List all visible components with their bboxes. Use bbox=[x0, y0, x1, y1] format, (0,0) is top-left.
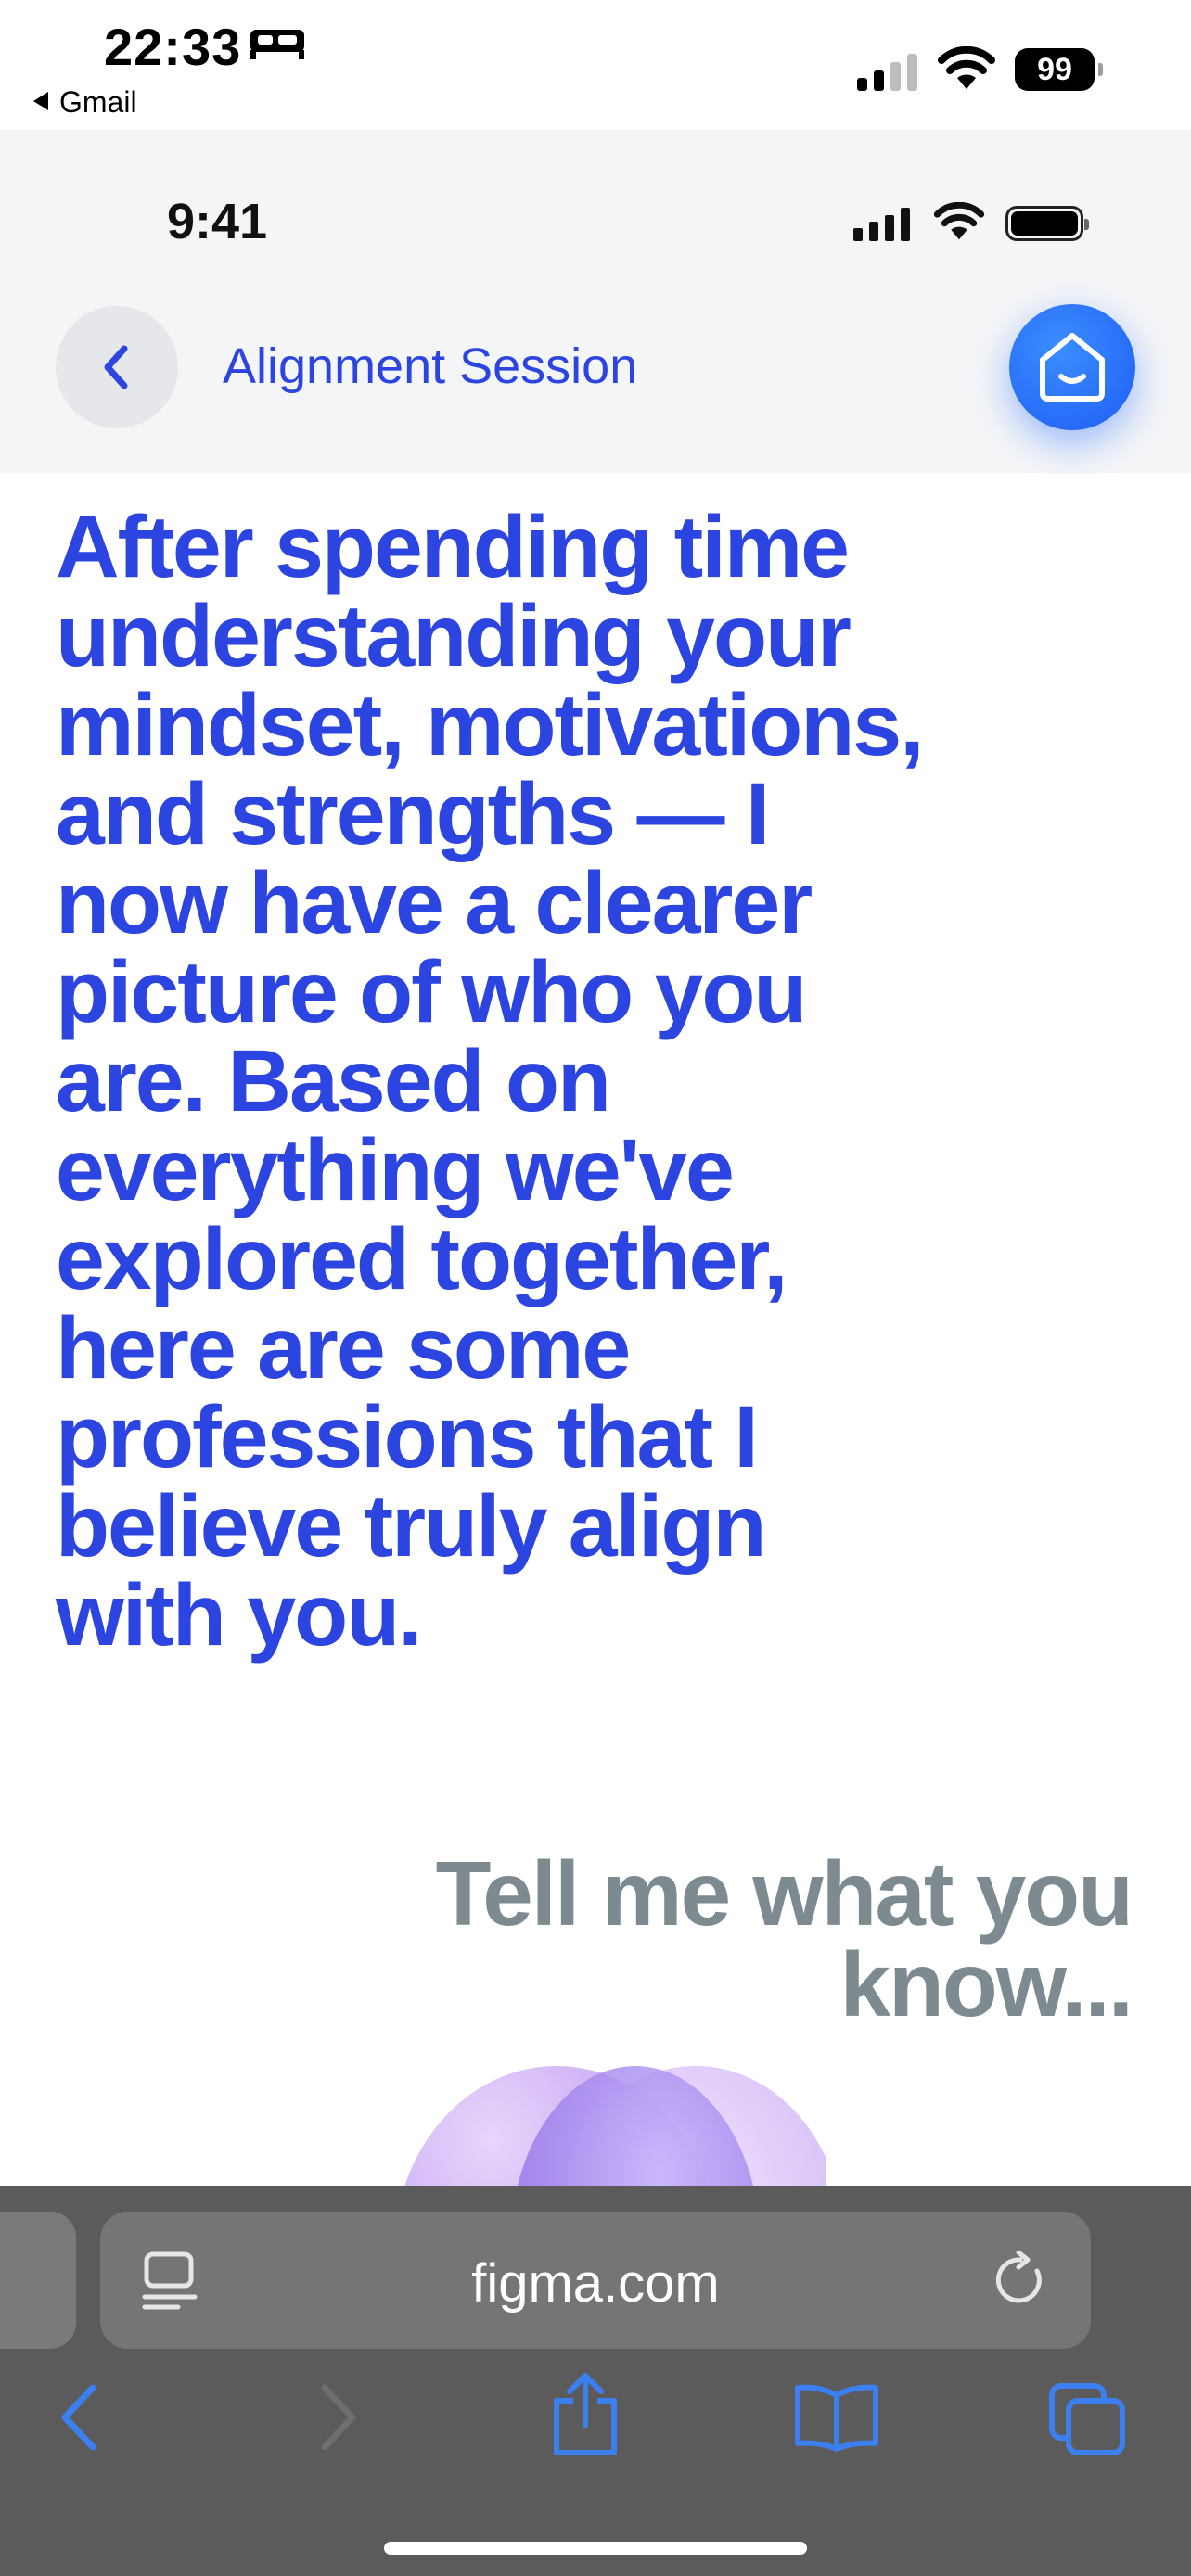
app-battery-icon bbox=[1005, 206, 1089, 241]
previous-tab-preview[interactable] bbox=[0, 2212, 76, 2349]
os-time: 22:33 bbox=[104, 18, 242, 76]
browser-forward-icon[interactable] bbox=[315, 2380, 362, 2455]
app-header-area: 9:41 Alignment Session bbox=[0, 130, 1191, 473]
share-icon[interactable] bbox=[547, 2371, 623, 2458]
os-status-bar: 22:33 Gmail 99 bbox=[0, 0, 1191, 130]
app-battery-fill bbox=[1011, 211, 1078, 236]
home-indicator bbox=[384, 2542, 807, 2555]
chevron-left-icon bbox=[104, 345, 128, 389]
page-title: Alignment Session bbox=[223, 338, 638, 394]
address-bar[interactable]: figma.com bbox=[100, 2212, 1091, 2349]
back-button[interactable] bbox=[56, 306, 178, 428]
back-triangle-icon bbox=[33, 92, 48, 110]
tabs-icon[interactable] bbox=[1046, 2380, 1128, 2458]
back-app-label: Gmail bbox=[59, 85, 137, 119]
cellular-signal-icon bbox=[857, 54, 917, 91]
wifi-icon bbox=[938, 46, 995, 89]
bed-icon bbox=[250, 30, 304, 59]
home-button[interactable] bbox=[1009, 304, 1135, 430]
voice-orb-icon bbox=[404, 2066, 826, 2187]
bookmarks-icon[interactable] bbox=[792, 2382, 881, 2453]
app-status-time: 9:41 bbox=[167, 194, 268, 249]
battery-indicator: 99 bbox=[1015, 48, 1103, 91]
reply-prompt[interactable]: Tell me what you know... bbox=[297, 1848, 1133, 2030]
browser-back-icon[interactable] bbox=[56, 2380, 102, 2455]
url-text[interactable]: figma.com bbox=[100, 2252, 1091, 2315]
reload-icon[interactable] bbox=[991, 2251, 1050, 2310]
browser-toolbar: figma.com bbox=[0, 2186, 1191, 2576]
assistant-message: After spending time understanding your m… bbox=[56, 498, 925, 1664]
back-to-app[interactable]: Gmail bbox=[33, 85, 137, 120]
app-cellular-signal-icon bbox=[853, 208, 910, 241]
app-wifi-icon bbox=[933, 202, 985, 240]
smiling-house-icon bbox=[1040, 333, 1105, 402]
